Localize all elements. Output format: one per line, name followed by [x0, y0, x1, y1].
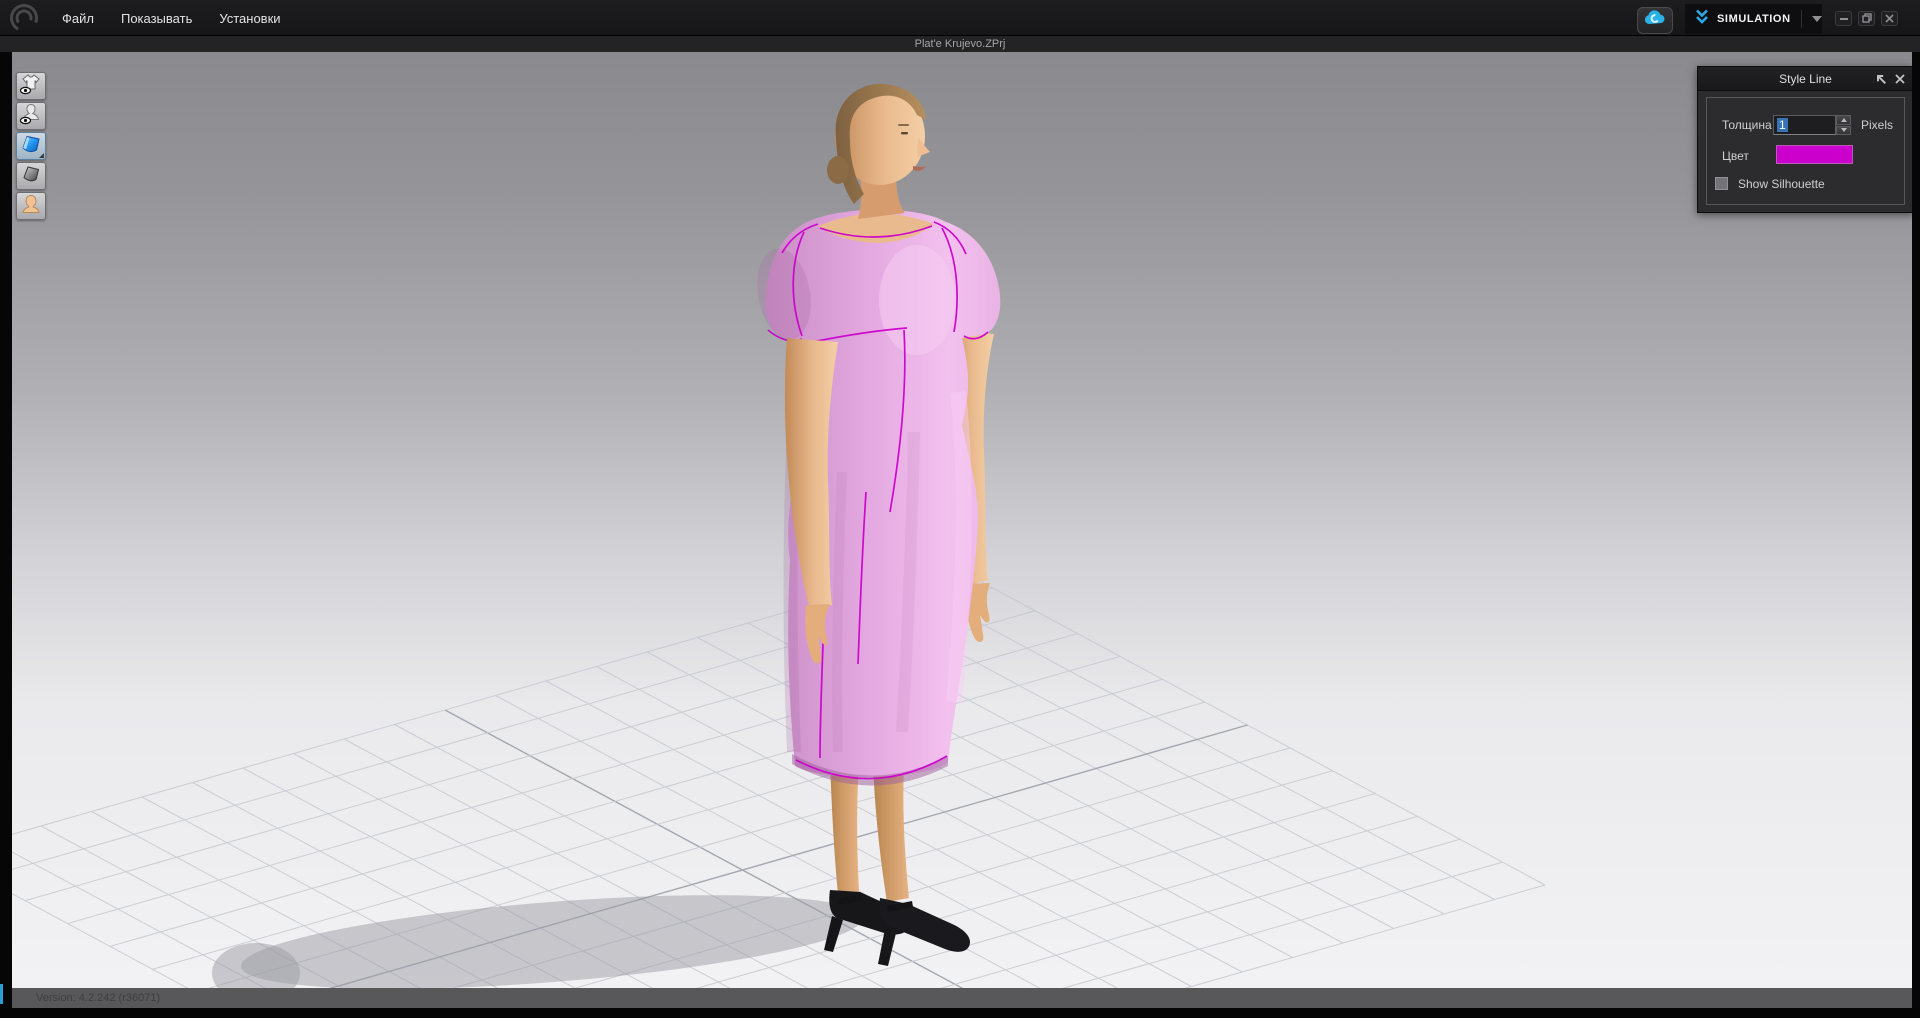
document-title: Plat'e Krujevo.ZPrj — [914, 38, 1006, 50]
simulation-label: SIMULATION — [1717, 13, 1791, 25]
document-title-bar: Plat'e Krujevo.ZPrj — [0, 36, 1920, 52]
arrow-down-icon — [1840, 128, 1847, 133]
version-text: Version: 4.2.242 (r36071) — [36, 992, 161, 1004]
window-frame-bottom — [0, 1008, 1920, 1018]
arrow-up-icon — [1840, 117, 1847, 122]
window-controls — [1835, 11, 1898, 26]
window-frame-left — [0, 52, 12, 1008]
avatar-shadow — [212, 895, 864, 988]
dress — [757, 209, 1001, 786]
show-silhouette-label: Show Silhouette — [1738, 177, 1825, 191]
toolbar-button-pattern-mesh[interactable] — [16, 162, 46, 190]
spinner-up-button[interactable] — [1836, 115, 1851, 125]
clo-logo-icon — [6, 1, 42, 35]
cloud-sync-button[interactable] — [1637, 7, 1673, 34]
undock-arrow-icon[interactable] — [1874, 72, 1888, 86]
viewport-3d[interactable]: Style Line Толщина 1 Pixels Цвет Show Si… — [12, 52, 1912, 988]
avatar-legs — [824, 762, 970, 966]
thickness-unit-label: Pixels — [1861, 118, 1894, 132]
pattern-grey-icon — [19, 163, 43, 190]
panel-close-button[interactable] — [1893, 72, 1907, 86]
close-button[interactable] — [1881, 11, 1898, 26]
avatar-eye-icon — [19, 103, 43, 130]
minimize-button[interactable] — [1835, 11, 1852, 26]
garment-eye-icon — [19, 73, 43, 100]
caret-down-icon[interactable] — [1812, 16, 1822, 22]
show-silhouette-checkbox[interactable] — [1715, 177, 1728, 190]
toolbar-button-show-avatar[interactable] — [16, 102, 46, 130]
thickness-input[interactable]: 1 — [1773, 115, 1836, 135]
restore-button[interactable] — [1858, 11, 1875, 26]
menu-file[interactable]: Файл — [62, 11, 94, 26]
toolbar-button-pattern-3d[interactable] — [16, 132, 46, 160]
color-label: Цвет — [1722, 149, 1749, 163]
application-window: Файл Показывать Установки SIMULATION Pla… — [0, 0, 1920, 1018]
restore-icon — [1861, 10, 1872, 28]
style-line-panel-titlebar[interactable]: Style Line — [1698, 67, 1912, 91]
toolbar-button-show-garment[interactable] — [16, 72, 46, 100]
menu-show[interactable]: Показывать — [121, 11, 192, 26]
minimize-icon — [1839, 17, 1848, 20]
cloud-sync-icon — [1643, 9, 1667, 32]
style-line-panel-body: Толщина 1 Pixels Цвет Show Silhouette — [1698, 91, 1912, 213]
window-frame-right — [1912, 52, 1920, 1008]
thickness-value: 1 — [1777, 118, 1788, 132]
avatar-head-icon — [19, 193, 43, 220]
avatar-head — [827, 83, 930, 219]
style-line-panel: Style Line Толщина 1 Pixels Цвет Show Si… — [1697, 66, 1912, 213]
thickness-spinner — [1836, 115, 1851, 135]
menu-bar: Файл Показывать Установки SIMULATION — [0, 0, 1920, 36]
avatar-scene — [212, 83, 1001, 988]
close-icon — [1885, 10, 1894, 28]
status-bar: Version: 4.2.242 (r36071) — [12, 988, 1912, 1008]
status-accent-mark — [0, 984, 3, 1004]
corner-flyout-indicator — [39, 153, 44, 158]
main-menu: Файл Показывать Установки — [62, 0, 308, 36]
menu-settings[interactable]: Установки — [219, 11, 280, 26]
toolbar-button-avatar-skin[interactable] — [16, 192, 46, 220]
style-line-panel-title: Style Line — [1779, 71, 1832, 86]
simulation-mode-switch[interactable]: SIMULATION — [1685, 4, 1822, 34]
spinner-down-button[interactable] — [1836, 125, 1851, 135]
color-swatch[interactable] — [1776, 145, 1853, 164]
thickness-label: Толщина — [1722, 118, 1772, 132]
view-toolbar — [16, 72, 46, 220]
double-chevron-down-icon — [1694, 9, 1710, 29]
